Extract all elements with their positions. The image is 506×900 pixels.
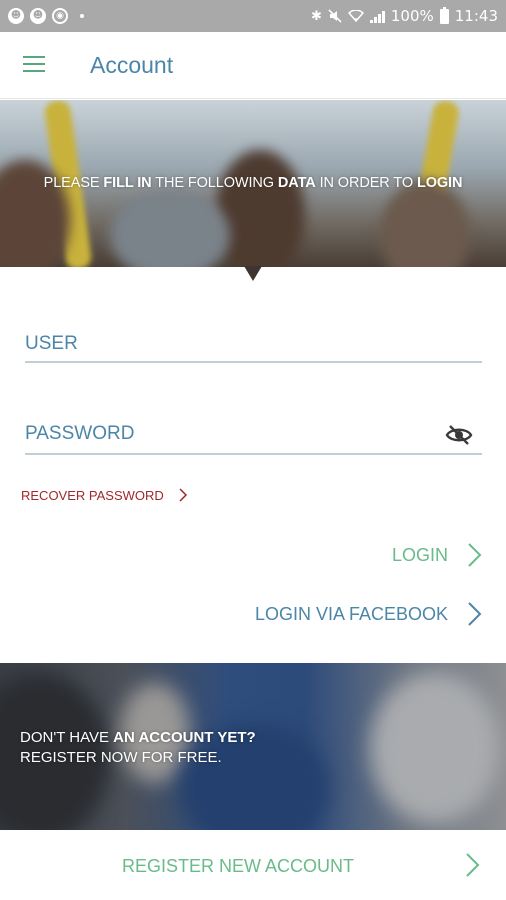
register-new-account-label: REGISTER NEW ACCOUNT	[121, 856, 354, 876]
login-button[interactable]: LOGIN	[392, 541, 482, 569]
hero-text-part: PLEASE	[43, 175, 104, 191]
register-banner: DON'T HAVE AN ACCOUNT YET? REGISTER NOW …	[0, 663, 506, 830]
password-field[interactable]: PASSWORD	[25, 423, 482, 455]
banner-text-bold: AN ACCOUNT YET?	[113, 729, 256, 746]
wifi-icon	[347, 10, 364, 22]
password-field-placeholder: PASSWORD	[25, 423, 135, 444]
user-field-placeholder: USER	[25, 333, 78, 354]
register-banner-line-1: DON'T HAVE AN ACCOUNT YET?	[20, 728, 256, 748]
page-title: Account	[90, 52, 174, 78]
hero-banner: PLEASE FILL IN THE FOLLOWING DATA IN ORD…	[0, 100, 506, 267]
eye-off-icon[interactable]	[445, 423, 473, 447]
bluetooth-icon: ✱	[310, 8, 322, 24]
register-banner-line-2: REGISTER NOW FOR FREE.	[20, 749, 222, 766]
chevron-right-icon	[468, 543, 482, 567]
hero-pointer-caret	[244, 266, 262, 281]
hero-text-bold: LOGIN	[416, 175, 463, 191]
register-banner-text: DON'T HAVE AN ACCOUNT YET? REGISTER NOW …	[20, 728, 256, 768]
status-bar-left: ☻ ☻ ◉	[8, 0, 84, 32]
status-bar-right: ✱ 100% 11:43	[311, 0, 498, 32]
hero-instructions: PLEASE FILL IN THE FOLLOWING DATA IN ORD…	[0, 175, 506, 191]
circle-icon: ◉	[52, 8, 68, 24]
notification-icon: ☻	[30, 8, 46, 24]
app-bar: Account	[0, 32, 506, 99]
recover-password-label: RECOVER PASSWORD	[21, 487, 164, 503]
hero-text-bold: FILL IN	[103, 175, 152, 191]
login-facebook-button[interactable]: LOGIN VIA FACEBOOK	[255, 600, 482, 628]
hero-text-part: IN ORDER TO	[315, 175, 417, 191]
more-notifications-dot	[80, 14, 84, 18]
banner-text-part: DON'T HAVE	[20, 729, 114, 746]
hero-text-part: THE FOLLOWING	[151, 175, 278, 191]
battery-percent: 100%	[390, 7, 434, 25]
login-facebook-label: LOGIN VIA FACEBOOK	[254, 603, 448, 624]
user-field[interactable]: USER	[25, 333, 482, 363]
status-bar: ☻ ☻ ◉ ✱ 100% 11:43	[0, 0, 506, 32]
chevron-right-icon	[468, 602, 482, 626]
signal-icon	[369, 10, 385, 23]
battery-icon	[439, 6, 449, 24]
chevron-right-icon	[466, 853, 480, 877]
hamburger-menu-icon[interactable]	[23, 56, 47, 74]
recover-password-link[interactable]: RECOVER PASSWORD	[21, 487, 188, 503]
register-new-account-button[interactable]: REGISTER NEW ACCOUNT	[0, 830, 506, 900]
hero-text-bold: DATA	[277, 175, 316, 191]
login-label: LOGIN	[391, 544, 448, 565]
notification-icon: ☻	[8, 8, 24, 24]
mute-icon	[328, 9, 342, 23]
clock: 11:43	[454, 7, 498, 25]
chevron-right-icon	[179, 488, 187, 502]
